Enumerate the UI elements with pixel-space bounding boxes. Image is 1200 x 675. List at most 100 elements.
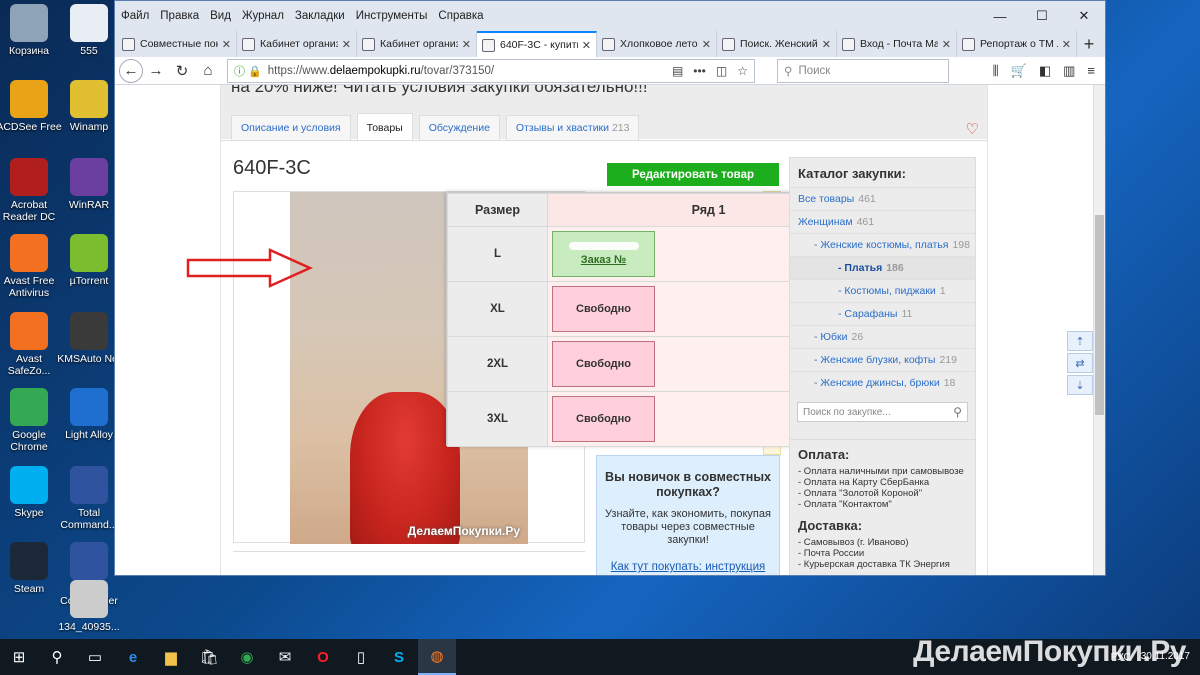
- tab-close-icon[interactable]: ✕: [942, 38, 951, 51]
- catalog-item[interactable]: - Сарафаны 11: [790, 302, 975, 325]
- catalog-item[interactable]: Все товары 461: [790, 187, 975, 210]
- task-view-button[interactable]: ▭: [76, 639, 114, 675]
- tab-close-icon[interactable]: ✕: [1062, 38, 1071, 51]
- taskbar-firefox[interactable]: ◍: [418, 639, 456, 675]
- desktop-icon-label: 134_40935...: [58, 621, 120, 633]
- payment-item: - Оплата на Карту СберБанка: [798, 477, 930, 488]
- tab-products[interactable]: Товары: [356, 113, 413, 140]
- tab-discussion[interactable]: Обсуждение: [418, 115, 500, 140]
- tab-close-icon[interactable]: ✕: [822, 38, 831, 51]
- search-input[interactable]: ⚲ Поиск: [777, 58, 949, 83]
- browser-tab[interactable]: Кабинет организатора ✕: [357, 31, 477, 57]
- taskbar-explorer[interactable]: ▆: [152, 639, 190, 675]
- promo-link[interactable]: Как тут покупать: инструкция: [605, 561, 771, 573]
- taskbar-mail[interactable]: ✉: [266, 639, 304, 675]
- catalog-item[interactable]: - Женские блузки, кофты 219: [790, 348, 975, 371]
- pocket-icon[interactable]: ◫: [716, 64, 727, 78]
- menu-view[interactable]: Вид: [210, 10, 231, 22]
- tab-close-icon[interactable]: ✕: [462, 38, 471, 51]
- acdsee-icon: [10, 80, 48, 118]
- catalog-item[interactable]: - Юбки 26: [790, 325, 975, 348]
- extension-icon[interactable]: ◧: [1039, 63, 1051, 79]
- tab-close-icon[interactable]: ✕: [702, 38, 711, 51]
- menu-edit[interactable]: Правка: [160, 10, 199, 22]
- browser-tab[interactable]: Совместные покупки ✕: [117, 31, 237, 57]
- catalog-item[interactable]: Женщинам 461: [790, 210, 975, 233]
- forward-button[interactable]: →: [143, 59, 169, 83]
- tab-close-icon[interactable]: ✕: [342, 38, 351, 51]
- bookmark-star-icon[interactable]: ☆: [737, 64, 748, 78]
- secure-lock-icon: ⓘ 🔒: [234, 65, 262, 78]
- desktop-icon[interactable]: 134_40935...: [54, 580, 124, 633]
- tab-reviews[interactable]: Отзывы и хвастики 213: [505, 115, 640, 140]
- taskbar-skype[interactable]: S: [380, 639, 418, 675]
- reload-button[interactable]: ↻: [169, 59, 195, 83]
- favorite-heart-icon[interactable]: ♡: [966, 120, 979, 138]
- favicon-icon: [122, 37, 135, 51]
- minimize-button[interactable]: —: [979, 1, 1021, 31]
- magnifier-icon[interactable]: ⚲: [953, 405, 962, 419]
- taskbar-edge[interactable]: e: [114, 639, 152, 675]
- edit-product-button[interactable]: Редактировать товар: [607, 163, 779, 186]
- slot-free-button[interactable]: Свободно: [552, 341, 655, 387]
- catalog-item-count: 461: [858, 193, 876, 205]
- new-tab-button[interactable]: +: [1077, 31, 1101, 57]
- steam-icon: [10, 542, 48, 580]
- sidebar-icon[interactable]: ▥: [1063, 63, 1075, 79]
- catalog-item[interactable]: - Платья 186: [790, 256, 975, 279]
- taskbar-document[interactable]: ▯: [342, 639, 380, 675]
- order-slot-taken[interactable]: Заказ №: [552, 231, 655, 277]
- catalog-item[interactable]: - Женские костюмы, платья 198: [790, 233, 975, 256]
- reader-view-icon[interactable]: ▤: [672, 64, 683, 78]
- tab-close-icon[interactable]: ✕: [222, 38, 231, 51]
- slot-free-button[interactable]: Свободно: [552, 286, 655, 332]
- menu-bookmarks[interactable]: Закладки: [295, 10, 345, 22]
- menu-file[interactable]: Файл: [121, 10, 149, 22]
- library-icon[interactable]: ⫼: [993, 63, 999, 79]
- browser-tab[interactable]: Кабинет организатора ✕: [237, 31, 357, 57]
- browser-tab[interactable]: Поиск. Женский ✕: [717, 31, 837, 57]
- tab-description[interactable]: Описание и условия: [231, 115, 351, 140]
- hamburger-menu-icon[interactable]: ≡: [1087, 63, 1095, 79]
- recycle-bin-icon: [10, 4, 48, 42]
- newbie-promo: Вы новичок в совместных покупках? Узнайт…: [596, 455, 780, 575]
- taskbar-opera[interactable]: O: [304, 639, 342, 675]
- catalog-item-label: - Женские джинсы, брюки: [814, 377, 940, 389]
- menu-help[interactable]: Справка: [438, 10, 483, 22]
- catalog-item[interactable]: - Женские джинсы, брюки 18: [790, 371, 975, 394]
- back-button[interactable]: ←: [119, 58, 143, 83]
- scrollbar-thumb[interactable]: [1095, 215, 1104, 415]
- start-button[interactable]: ⊞: [0, 639, 38, 675]
- tab-close-icon[interactable]: ✕: [582, 39, 591, 52]
- browser-tab[interactable]: Репортаж о ТМ Л ✕: [957, 31, 1077, 57]
- folder-icon: ▆: [165, 649, 177, 666]
- taskbar-store[interactable]: 🛍: [190, 639, 228, 675]
- page-scrollbar[interactable]: [1093, 85, 1105, 575]
- home-button[interactable]: ⌂: [195, 59, 221, 83]
- favicon-icon: [482, 38, 495, 52]
- row-header-label: Ряд 1: [691, 203, 726, 217]
- catalog-item-label: - Сарафаны: [838, 308, 898, 320]
- slot-free-button[interactable]: Свободно: [552, 396, 655, 442]
- menu-tools[interactable]: Инструменты: [356, 10, 428, 22]
- search-taskbar-button[interactable]: ⚲: [38, 639, 76, 675]
- catalog-item-count: 186: [886, 262, 904, 274]
- catalog-search-input[interactable]: Поиск по закупке... ⚲: [797, 402, 968, 422]
- scroll-up-icon[interactable]: ⇡: [1067, 331, 1093, 351]
- taskbar-chrome[interactable]: ◉: [228, 639, 266, 675]
- menu-history[interactable]: Журнал: [242, 10, 284, 22]
- scroll-down-icon[interactable]: ⇣: [1067, 375, 1093, 395]
- catalog-item[interactable]: - Костюмы, пиджаки 1: [790, 279, 975, 302]
- payment-delivery-panel: Оплата: - Оплата наличными при самовывоз…: [789, 439, 976, 575]
- refresh-icon[interactable]: ⇄: [1067, 353, 1093, 373]
- maximize-button[interactable]: ☐: [1021, 1, 1063, 31]
- cart-icon[interactable]: 🛒: [1011, 63, 1027, 79]
- more-actions-icon[interactable]: •••: [693, 64, 706, 78]
- close-window-button[interactable]: ✕: [1063, 1, 1105, 31]
- browser-tab[interactable]: Хлопковое лето ✕: [597, 31, 717, 57]
- favicon-icon: [242, 37, 255, 51]
- catalog-item-count: 11: [901, 308, 913, 320]
- browser-tab[interactable]: 640F-3C - купить ✕: [477, 31, 597, 57]
- url-bar[interactable]: ⓘ 🔒 https://www. delaempokupki.ru/tovar/3…: [227, 58, 755, 83]
- browser-tab[interactable]: Вход - Почта Mail ✕: [837, 31, 957, 57]
